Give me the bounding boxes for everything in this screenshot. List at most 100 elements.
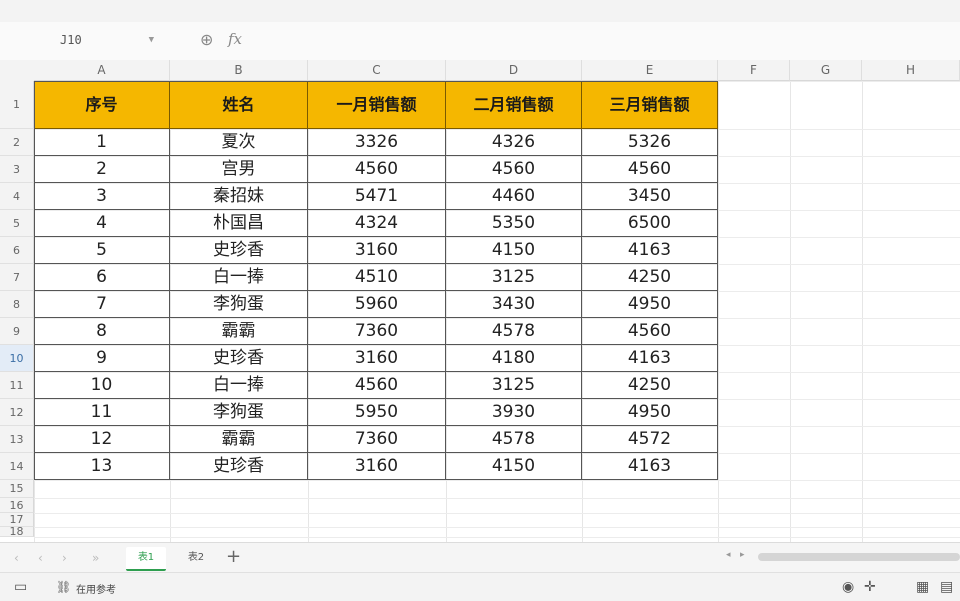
table-cell[interactable]: 4560 xyxy=(308,156,446,183)
table-cell[interactable]: 3160 xyxy=(308,237,446,264)
sheet-tab-1[interactable]: 表1 xyxy=(126,547,166,571)
row-header[interactable]: 16 xyxy=(0,498,34,513)
table-cell[interactable]: 4578 xyxy=(446,318,582,345)
table-cell[interactable]: 4250 xyxy=(582,264,718,291)
table-cell[interactable]: 霸霸 xyxy=(170,318,308,345)
table-cell[interactable]: 3160 xyxy=(308,453,446,480)
sheet-tab-2[interactable]: 表2 xyxy=(176,547,216,569)
table-cell[interactable]: 霸霸 xyxy=(170,426,308,453)
table-cell[interactable]: 6500 xyxy=(582,210,718,237)
column-header[interactable]: F xyxy=(718,60,790,81)
table-header-cell[interactable]: 序号 xyxy=(34,81,170,129)
table-cell[interactable]: 李狗蛋 xyxy=(170,291,308,318)
row-header[interactable]: 9 xyxy=(0,318,34,345)
table-cell[interactable]: 1 xyxy=(34,129,170,156)
table-cell[interactable]: 7 xyxy=(34,291,170,318)
table-cell[interactable]: 白一捧 xyxy=(170,372,308,399)
table-cell[interactable]: 4150 xyxy=(446,237,582,264)
table-cell[interactable]: 4560 xyxy=(582,318,718,345)
table-cell[interactable]: 3326 xyxy=(308,129,446,156)
row-header[interactable]: 7 xyxy=(0,264,34,291)
table-cell[interactable]: 3450 xyxy=(582,183,718,210)
table-cell[interactable]: 史珍香 xyxy=(170,453,308,480)
reference-icon[interactable]: ⛓ xyxy=(56,580,71,594)
table-cell[interactable]: 史珍香 xyxy=(170,345,308,372)
row-header[interactable]: 3 xyxy=(0,156,34,183)
prev-sheet-icon[interactable]: ‹ xyxy=(38,551,43,565)
column-header[interactable]: E xyxy=(582,60,718,81)
page-view-icon[interactable]: ▤ xyxy=(940,579,953,595)
next-sheet-icon[interactable]: › xyxy=(62,551,67,565)
crosshair-icon[interactable]: ✛ xyxy=(864,579,876,595)
scroll-left-icon[interactable]: ◂ xyxy=(726,550,731,560)
column-header[interactable]: C xyxy=(308,60,446,81)
status-label[interactable]: 在用参考 xyxy=(76,581,116,596)
eye-icon[interactable]: ◉ xyxy=(842,579,854,595)
table-cell[interactable]: 4560 xyxy=(308,372,446,399)
row-header[interactable]: 10 xyxy=(0,345,34,372)
fx-icon[interactable]: fx xyxy=(228,30,242,48)
table-cell[interactable]: 5326 xyxy=(582,129,718,156)
table-header-cell[interactable]: 一月销售额 xyxy=(308,81,446,129)
row-header[interactable]: 6 xyxy=(0,237,34,264)
table-cell[interactable]: 白一捧 xyxy=(170,264,308,291)
table-cell[interactable]: 12 xyxy=(34,426,170,453)
row-header[interactable]: 18 xyxy=(0,526,34,537)
table-cell[interactable]: 3930 xyxy=(446,399,582,426)
row-header[interactable]: 4 xyxy=(0,183,34,210)
table-cell[interactable]: 2 xyxy=(34,156,170,183)
table-header-cell[interactable]: 三月销售额 xyxy=(582,81,718,129)
column-header[interactable]: H xyxy=(862,60,960,81)
row-header[interactable]: 14 xyxy=(0,453,34,480)
row-header[interactable]: 8 xyxy=(0,291,34,318)
select-all-corner[interactable] xyxy=(0,60,35,82)
horizontal-scrollbar[interactable]: ◂ ▸ xyxy=(720,548,960,566)
table-cell[interactable]: 3 xyxy=(34,183,170,210)
table-cell[interactable]: 4150 xyxy=(446,453,582,480)
table-header-cell[interactable]: 姓名 xyxy=(170,81,308,129)
table-cell[interactable]: 11 xyxy=(34,399,170,426)
table-cell[interactable]: 13 xyxy=(34,453,170,480)
table-cell[interactable]: 史珍香 xyxy=(170,237,308,264)
table-cell[interactable]: 4572 xyxy=(582,426,718,453)
table-cell[interactable]: 4324 xyxy=(308,210,446,237)
table-cell[interactable]: 5 xyxy=(34,237,170,264)
row-header[interactable]: 13 xyxy=(0,426,34,453)
column-header[interactable]: A xyxy=(34,60,170,81)
table-cell[interactable]: 5950 xyxy=(308,399,446,426)
row-header[interactable]: 12 xyxy=(0,399,34,426)
column-header[interactable]: D xyxy=(446,60,582,81)
table-cell[interactable]: 4950 xyxy=(582,291,718,318)
row-header[interactable]: 1 xyxy=(0,81,34,129)
last-sheet-icon[interactable]: » xyxy=(92,551,99,565)
row-header[interactable]: 2 xyxy=(0,129,34,156)
table-cell[interactable]: 3125 xyxy=(446,264,582,291)
table-cell[interactable]: 4163 xyxy=(582,237,718,264)
plus-icon[interactable]: + xyxy=(226,546,241,567)
scrollbar-thumb[interactable] xyxy=(758,553,960,561)
table-cell[interactable]: 10 xyxy=(34,372,170,399)
table-cell[interactable]: 4 xyxy=(34,210,170,237)
row-header[interactable]: 11 xyxy=(0,372,34,399)
table-cell[interactable]: 6 xyxy=(34,264,170,291)
table-cell[interactable]: 5350 xyxy=(446,210,582,237)
table-cell[interactable]: 4560 xyxy=(446,156,582,183)
magnifier-icon[interactable]: ⊕ xyxy=(200,30,213,49)
table-cell[interactable]: 4180 xyxy=(446,345,582,372)
table-cell[interactable]: 4163 xyxy=(582,453,718,480)
screen-icon[interactable]: ▭ xyxy=(14,579,27,595)
table-header-cell[interactable]: 二月销售额 xyxy=(446,81,582,129)
table-cell[interactable]: 8 xyxy=(34,318,170,345)
table-cell[interactable]: 7360 xyxy=(308,426,446,453)
scroll-right-icon[interactable]: ▸ xyxy=(740,550,745,560)
table-cell[interactable]: 4578 xyxy=(446,426,582,453)
table-cell[interactable]: 3125 xyxy=(446,372,582,399)
name-box[interactable]: J10 ▼ xyxy=(10,29,158,51)
table-cell[interactable]: 李狗蛋 xyxy=(170,399,308,426)
table-cell[interactable]: 4950 xyxy=(582,399,718,426)
table-cell[interactable]: 秦招妹 xyxy=(170,183,308,210)
column-header[interactable]: B xyxy=(170,60,308,81)
first-sheet-icon[interactable]: ‹ xyxy=(14,551,19,565)
table-cell[interactable]: 5471 xyxy=(308,183,446,210)
table-cell[interactable]: 宫男 xyxy=(170,156,308,183)
